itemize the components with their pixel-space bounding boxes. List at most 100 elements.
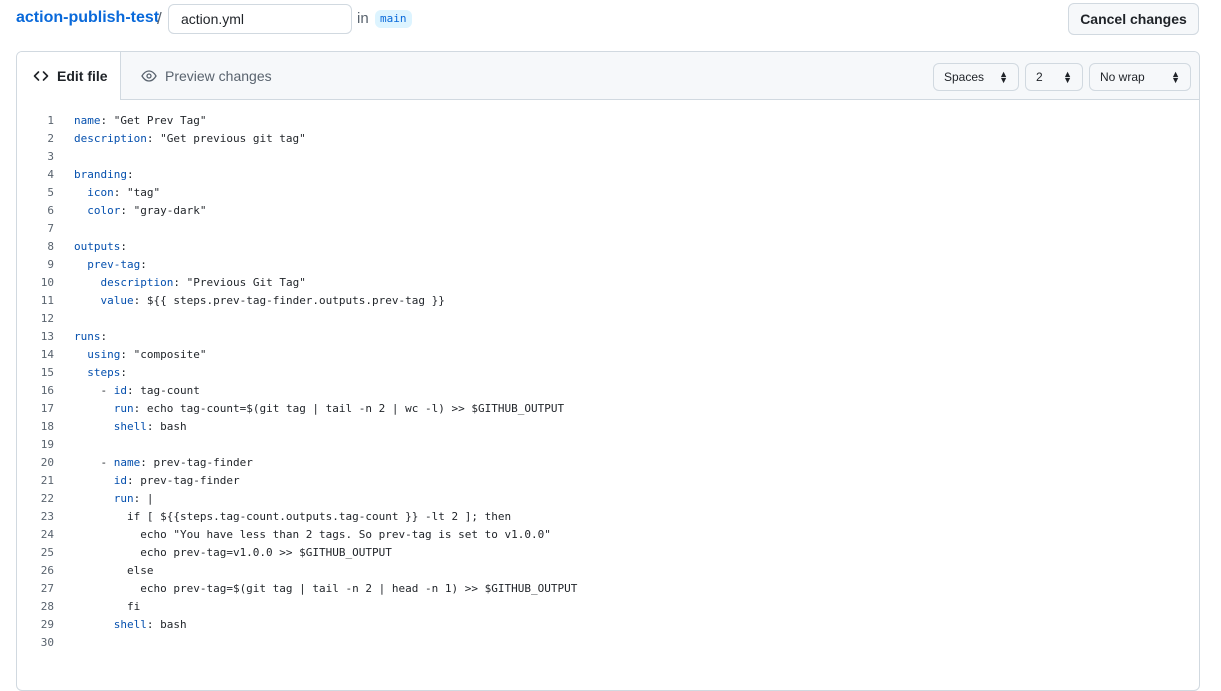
tab-edit-file[interactable]: Edit file bbox=[17, 52, 121, 100]
tab-preview-changes[interactable]: Preview changes bbox=[141, 52, 272, 100]
code-line[interactable]: 10 description: "Previous Git Tag" bbox=[17, 274, 1199, 292]
code-line[interactable]: 30 bbox=[17, 634, 1199, 652]
code-line[interactable]: 15 steps: bbox=[17, 364, 1199, 382]
line-text: steps: bbox=[87, 366, 127, 379]
line-text: echo "You have less than 2 tags. So prev… bbox=[74, 528, 551, 541]
line-text: prev-tag: bbox=[87, 258, 147, 271]
line-number: 1 bbox=[47, 114, 54, 127]
line-text: if [ ${{steps.tag-count.outputs.tag-coun… bbox=[74, 510, 512, 523]
code-line[interactable]: 24 echo "You have less than 2 tags. So p… bbox=[17, 526, 1199, 544]
code-line[interactable]: 6 color: "gray-dark" bbox=[17, 202, 1199, 220]
line-number: 24 bbox=[40, 528, 54, 541]
indent-size-select[interactable]: 2 ▲ ▼ bbox=[1025, 63, 1083, 91]
code-line[interactable]: 8 outputs: bbox=[17, 238, 1199, 256]
line-number: 3 bbox=[47, 150, 54, 163]
code-line[interactable]: 22 run: | bbox=[17, 490, 1199, 508]
line-number: 25 bbox=[40, 546, 54, 559]
code-line[interactable]: 2 description: "Get previous git tag" bbox=[17, 130, 1199, 148]
line-text: outputs: bbox=[74, 240, 127, 253]
code-editor[interactable]: 1 name: "Get Prev Tag" 2 description: "Get … bbox=[17, 112, 1199, 652]
line-text: else bbox=[74, 564, 154, 577]
line-number: 9 bbox=[47, 258, 54, 271]
line-number: 26 bbox=[40, 564, 54, 577]
code-line[interactable]: 19 bbox=[17, 436, 1199, 454]
line-number: 28 bbox=[40, 600, 54, 613]
branch-prefix: in bbox=[357, 10, 369, 27]
code-line[interactable]: 26 else bbox=[17, 562, 1199, 580]
line-number: 13 bbox=[40, 330, 54, 343]
branch-badge[interactable]: main bbox=[375, 10, 412, 28]
line-number: 16 bbox=[40, 384, 54, 397]
line-text: value: ${{ steps.prev-tag-finder.outputs… bbox=[100, 294, 445, 307]
code-line[interactable]: 20 - name: prev-tag-finder bbox=[17, 454, 1199, 472]
code-line[interactable]: 17 run: echo tag-count=$(git tag | tail … bbox=[17, 400, 1199, 418]
cancel-changes-button[interactable]: Cancel changes bbox=[1068, 3, 1199, 35]
line-text: runs: bbox=[74, 330, 108, 343]
line-number: 14 bbox=[40, 348, 54, 361]
tab-edit-label: Edit file bbox=[57, 68, 108, 84]
tab-preview-label: Preview changes bbox=[165, 68, 272, 84]
line-number: 27 bbox=[40, 582, 54, 595]
code-line[interactable]: 7 bbox=[17, 220, 1199, 238]
code-line[interactable]: 11 value: ${{ steps.prev-tag-finder.outp… bbox=[17, 292, 1199, 310]
line-text: branding: bbox=[74, 168, 134, 181]
top-bar: action-publish-test / in main Cancel cha… bbox=[0, 0, 1221, 40]
code-line[interactable]: 23 if [ ${{steps.tag-count.outputs.tag-c… bbox=[17, 508, 1199, 526]
select-arrows-icon: ▲ ▼ bbox=[1063, 69, 1072, 85]
line-text: echo prev-tag=v1.0.0 >> $GITHUB_OUTPUT bbox=[74, 546, 392, 559]
code-line[interactable]: 16 - id: tag-count bbox=[17, 382, 1199, 400]
code-line[interactable]: 1 name: "Get Prev Tag" bbox=[17, 112, 1199, 130]
line-number: 5 bbox=[47, 186, 54, 199]
line-text bbox=[54, 220, 74, 238]
line-number: 10 bbox=[40, 276, 54, 289]
code-line[interactable]: 13 runs: bbox=[17, 328, 1199, 346]
line-text: run: echo tag-count=$(git tag | tail -n … bbox=[113, 402, 565, 415]
code-line[interactable]: 29 shell: bash bbox=[17, 616, 1199, 634]
code-line[interactable]: 25 echo prev-tag=v1.0.0 >> $GITHUB_OUTPU… bbox=[17, 544, 1199, 562]
line-text: id: prev-tag-finder bbox=[113, 474, 240, 487]
line-number: 2 bbox=[47, 132, 54, 145]
filename-input[interactable] bbox=[168, 4, 352, 34]
code-line[interactable]: 18 shell: bash bbox=[17, 418, 1199, 436]
line-text bbox=[54, 634, 74, 652]
line-number: 8 bbox=[47, 240, 54, 253]
line-text bbox=[54, 148, 74, 166]
code-line[interactable]: 5 icon: "tag" bbox=[17, 184, 1199, 202]
editor-toolbar: Edit file Preview changes Spaces ▲ ▼ 2 ▲ ▼… bbox=[17, 52, 1199, 100]
line-number: 19 bbox=[40, 438, 54, 451]
repo-link[interactable]: action-publish-test bbox=[16, 9, 159, 27]
line-number: 17 bbox=[40, 402, 54, 415]
line-text: using: "composite" bbox=[87, 348, 207, 361]
line-number: 7 bbox=[47, 222, 54, 235]
line-text: shell: bash bbox=[113, 618, 187, 631]
wrap-mode-value: No wrap bbox=[1100, 70, 1145, 84]
indent-size-value: 2 bbox=[1036, 70, 1043, 84]
code-line[interactable]: 4 branding: bbox=[17, 166, 1199, 184]
code-icon bbox=[33, 68, 49, 84]
code-line[interactable]: 28 fi bbox=[17, 598, 1199, 616]
line-text: run: | bbox=[113, 492, 154, 505]
code-line[interactable]: 12 bbox=[17, 310, 1199, 328]
code-line[interactable]: 14 using: "composite" bbox=[17, 346, 1199, 364]
select-arrows-icon: ▲ ▼ bbox=[1171, 69, 1180, 85]
line-text bbox=[54, 310, 74, 328]
line-number: 29 bbox=[40, 618, 54, 631]
code-line[interactable]: 21 id: prev-tag-finder bbox=[17, 472, 1199, 490]
code-line[interactable]: 27 echo prev-tag=$(git tag | tail -n 2 |… bbox=[17, 580, 1199, 598]
line-text: color: "gray-dark" bbox=[87, 204, 207, 217]
line-text: fi bbox=[74, 600, 141, 613]
line-number: 15 bbox=[40, 366, 54, 379]
line-text: description: "Get previous git tag" bbox=[74, 132, 306, 145]
line-number: 21 bbox=[40, 474, 54, 487]
line-text: icon: "tag" bbox=[87, 186, 161, 199]
line-number: 18 bbox=[40, 420, 54, 433]
select-arrows-icon: ▲ ▼ bbox=[999, 69, 1008, 85]
line-text: - id: tag-count bbox=[74, 384, 200, 397]
code-line[interactable]: 9 prev-tag: bbox=[17, 256, 1199, 274]
file-editor: Edit file Preview changes Spaces ▲ ▼ 2 ▲ ▼… bbox=[16, 51, 1200, 691]
wrap-mode-select[interactable]: No wrap ▲ ▼ bbox=[1089, 63, 1191, 91]
path-separator: / bbox=[157, 9, 162, 28]
code-line[interactable]: 3 bbox=[17, 148, 1199, 166]
indent-mode-select[interactable]: Spaces ▲ ▼ bbox=[933, 63, 1019, 91]
eye-icon bbox=[141, 68, 157, 84]
